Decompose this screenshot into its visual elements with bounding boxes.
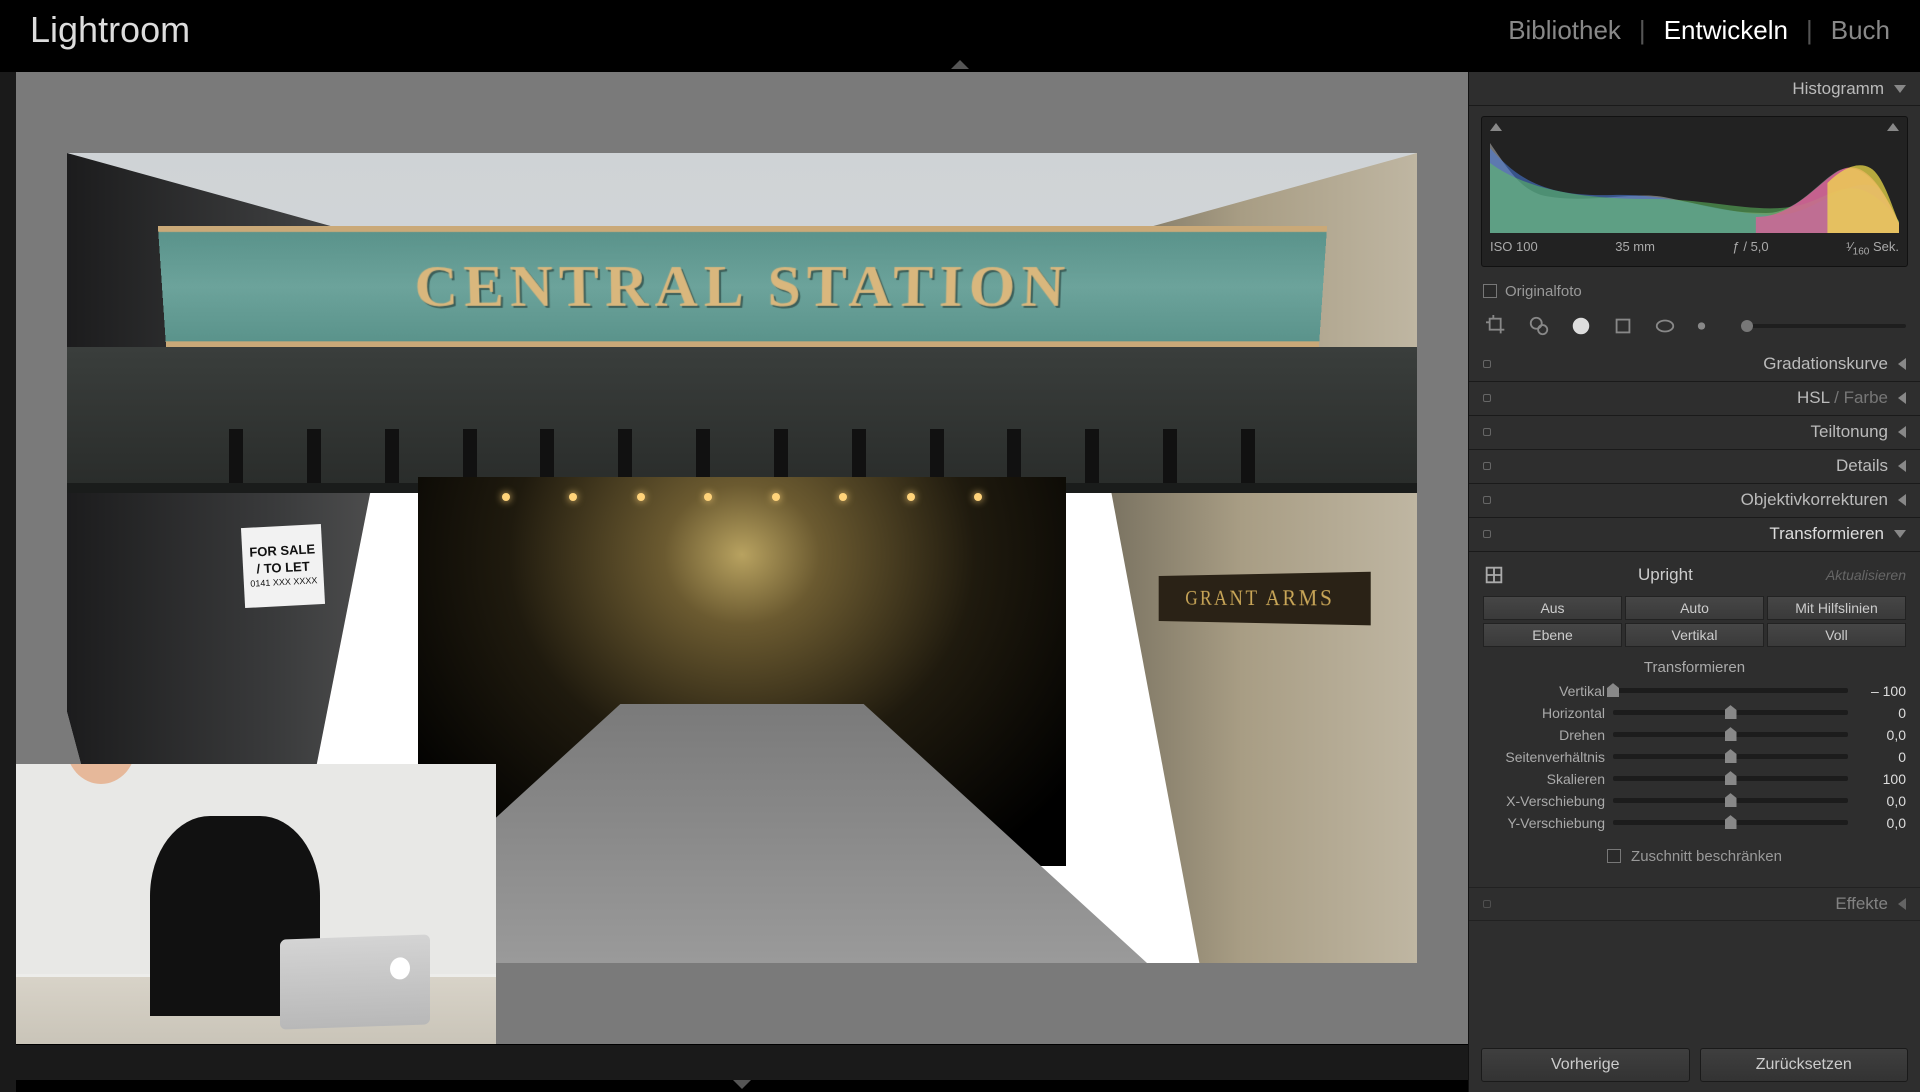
transform-subtitle: Transformieren [1483, 659, 1906, 676]
upright-guided-button[interactable]: Mit Hilfslinien [1767, 596, 1906, 620]
upright-tool-icon[interactable] [1483, 564, 1505, 586]
histogram[interactable]: ISO 100 35 mm ƒ / 5,0 ¹⁄160 Sek. [1481, 116, 1908, 267]
slider-value[interactable]: 0,0 [1848, 793, 1906, 809]
webcam-overlay [16, 764, 496, 1044]
slider-knob[interactable] [1725, 815, 1737, 829]
slider-track[interactable] [1613, 710, 1848, 715]
slider-track[interactable] [1613, 776, 1848, 781]
slider-yverschiebung: Y-Verschiebung 0,0 [1483, 812, 1906, 834]
slider-skalieren: Skalieren 100 [1483, 768, 1906, 790]
previous-button[interactable]: Vorherige [1481, 1048, 1690, 1082]
slider-value[interactable]: 0,0 [1848, 815, 1906, 831]
slider-xverschiebung: X-Verschiebung 0,0 [1483, 790, 1906, 812]
slider-knob[interactable] [1725, 771, 1737, 785]
nav-sep: | [1639, 15, 1646, 46]
nav-sep: | [1806, 15, 1813, 46]
nav-library[interactable]: Bibliothek [1508, 15, 1621, 46]
detail-header[interactable]: Details [1469, 450, 1920, 484]
slider-knob[interactable] [1725, 749, 1737, 763]
slider-seitenverhltnis: Seitenverhältnis 0 [1483, 746, 1906, 768]
slider-value[interactable]: 100 [1848, 771, 1906, 787]
shadow-clip-icon[interactable] [1490, 123, 1502, 131]
reset-button[interactable]: Zurücksetzen [1700, 1048, 1909, 1082]
meta-iso: ISO 100 [1490, 239, 1538, 258]
slider-label: Y-Verschiebung [1483, 815, 1613, 831]
develop-right-panel: Histogramm ISO 100 35 mm ƒ / 5,0 ¹⁄160 S… [1468, 72, 1920, 1092]
slider-vertikal: Vertikal – 100 [1483, 680, 1906, 702]
photo-for-sale-sign: FOR SALE / TO LET 0141 XXX XXXX [240, 524, 324, 608]
upright-update-button[interactable]: Aktualisieren [1826, 567, 1906, 583]
upright-label: Upright [1505, 565, 1826, 585]
slider-value[interactable]: – 100 [1848, 683, 1906, 699]
slider-knob[interactable] [1725, 793, 1737, 807]
tool-strip [1483, 314, 1906, 338]
spot-tool-icon[interactable] [1525, 314, 1553, 338]
slider-track[interactable] [1613, 732, 1848, 737]
slider-drehen: Drehen 0,0 [1483, 724, 1906, 746]
slider-track[interactable] [1613, 820, 1848, 825]
slider-label: Horizontal [1483, 705, 1613, 721]
transform-panel: Upright Aktualisieren Aus Auto Mit Hilfs… [1469, 552, 1920, 887]
hsl-header[interactable]: HSL / Farbe [1469, 382, 1920, 416]
histogram-chart [1490, 133, 1899, 233]
radial-filter-icon[interactable] [1651, 314, 1679, 338]
meta-shutter: ¹⁄160 Sek. [1846, 239, 1899, 258]
slider-value[interactable]: 0,0 [1848, 727, 1906, 743]
collapse-bottom-icon[interactable] [733, 1080, 751, 1089]
split-toning-header[interactable]: Teiltonung [1469, 416, 1920, 450]
grad-filter-icon[interactable] [1609, 314, 1637, 338]
slider-knob[interactable] [1725, 727, 1737, 741]
nav-book[interactable]: Buch [1831, 15, 1890, 46]
lens-header[interactable]: Objektivkorrekturen [1469, 484, 1920, 518]
collapse-top-icon[interactable] [951, 60, 969, 69]
slider-label: X-Verschiebung [1483, 793, 1613, 809]
photo-sign-text: CENTRAL STATION [413, 252, 1072, 321]
slider-label: Vertikal [1483, 683, 1613, 699]
upright-auto-button[interactable]: Auto [1625, 596, 1764, 620]
constrain-crop-checkbox[interactable] [1607, 849, 1621, 863]
upright-level-button[interactable]: Ebene [1483, 623, 1622, 647]
slider-label: Drehen [1483, 727, 1613, 743]
upright-full-button[interactable]: Voll [1767, 623, 1906, 647]
histogram-header[interactable]: Histogramm [1469, 72, 1920, 106]
upright-vertical-button[interactable]: Vertikal [1625, 623, 1764, 647]
slider-track[interactable] [1613, 798, 1848, 803]
nav-develop[interactable]: Entwickeln [1664, 15, 1788, 46]
effects-header[interactable]: Effekte [1469, 887, 1920, 921]
slider-value[interactable]: 0 [1848, 749, 1906, 765]
left-panel-collapsed[interactable] [0, 72, 16, 1092]
slider-label: Skalieren [1483, 771, 1613, 787]
redeye-tool-icon[interactable] [1567, 314, 1595, 338]
meta-focal: 35 mm [1615, 239, 1655, 258]
meta-aperture: ƒ / 5,0 [1733, 239, 1769, 258]
slider-knob[interactable] [1725, 705, 1737, 719]
crop-tool-icon[interactable] [1483, 314, 1511, 338]
photo-sign: CENTRAL STATION [157, 226, 1326, 347]
highlight-clip-icon[interactable] [1887, 123, 1899, 131]
tone-curve-header[interactable]: Gradationskurve [1469, 348, 1920, 382]
module-picker: Bibliothek | Entwickeln | Buch [1508, 15, 1890, 46]
slider-track[interactable] [1613, 754, 1848, 759]
original-label: Originalfoto [1505, 283, 1582, 300]
brush-size-slider[interactable] [1741, 324, 1906, 328]
brush-tool-icon[interactable] [1693, 314, 1721, 338]
photo-pub-sign: GRANT ARMS [1158, 572, 1370, 625]
original-checkbox[interactable] [1483, 284, 1497, 298]
slider-value[interactable]: 0 [1848, 705, 1906, 721]
slider-label: Seitenverhältnis [1483, 749, 1613, 765]
constrain-crop-label: Zuschnitt beschränken [1631, 848, 1782, 865]
app-title: Lightroom [30, 9, 1508, 51]
slider-horizontal: Horizontal 0 [1483, 702, 1906, 724]
upright-off-button[interactable]: Aus [1483, 596, 1622, 620]
transform-header[interactable]: Transformieren [1469, 518, 1920, 552]
slider-track[interactable] [1613, 688, 1848, 693]
